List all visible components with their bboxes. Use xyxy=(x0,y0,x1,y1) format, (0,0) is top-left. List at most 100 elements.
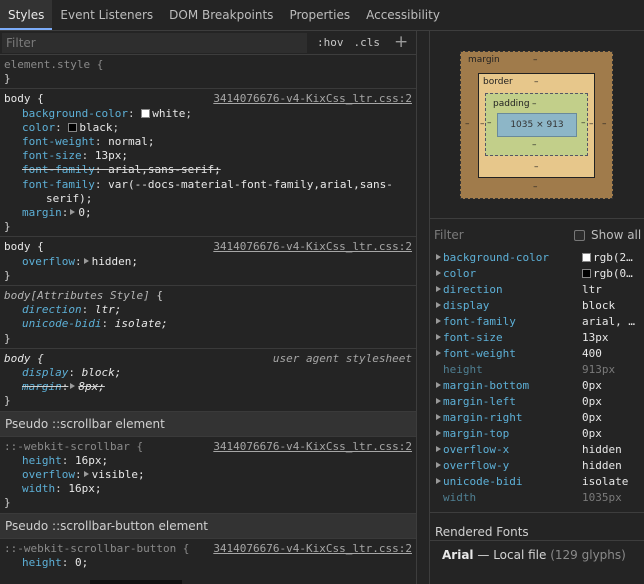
border-bottom-value[interactable]: – xyxy=(534,162,539,172)
rule-selector[interactable]: ::-webkit-scrollbar { xyxy=(4,440,143,454)
rule-body-overflow: body { 3414076676-v4-KixCss_ltr.css:2 ov… xyxy=(0,237,416,287)
computed-row-color[interactable]: color rgb(0… xyxy=(430,265,644,281)
computed-row-direction[interactable]: direction ltr xyxy=(430,281,644,297)
rendered-fonts-section: Rendered Fonts Arial — Local file (129 g… xyxy=(430,512,644,562)
margin-top-value[interactable]: – xyxy=(533,55,538,65)
computed-row-overflow-x[interactable]: overflow-x hidden xyxy=(430,441,644,457)
declaration[interactable]: background-color: white; xyxy=(4,107,412,121)
expand-triangle-icon[interactable] xyxy=(430,395,443,408)
tab-properties[interactable]: Properties xyxy=(281,0,358,30)
border-left-value[interactable]: – xyxy=(480,119,485,129)
computed-row-height[interactable]: height 913px xyxy=(430,361,644,377)
expand-triangle-icon[interactable] xyxy=(430,315,443,328)
expand-triangle-icon[interactable] xyxy=(430,443,443,456)
color-swatch[interactable] xyxy=(582,252,591,262)
expand-triangle-icon[interactable] xyxy=(430,427,443,440)
color-swatch[interactable] xyxy=(582,268,591,278)
tab-dom-breakpoints[interactable]: DOM Breakpoints xyxy=(161,0,281,30)
stylesheet-link[interactable]: 3414076676-v4-KixCss_ltr.css:2 xyxy=(213,542,412,556)
checkbox-icon[interactable] xyxy=(574,229,585,241)
color-swatch-black[interactable] xyxy=(68,122,78,132)
stylesheet-link[interactable]: 3414076676-v4-KixCss_ltr.css:2 xyxy=(213,440,412,454)
computed-row-margin-top[interactable]: margin-top 0px xyxy=(430,425,644,441)
color-swatch-white[interactable] xyxy=(141,108,151,118)
computed-row-unicode-bidi[interactable]: unicode-bidi isolate xyxy=(430,473,644,489)
rule-selector[interactable]: body[Attributes Style] xyxy=(4,289,150,302)
stylesheet-link[interactable]: 3414076676-v4-KixCss_ltr.css:2 xyxy=(213,240,412,254)
expand-triangle-icon[interactable] xyxy=(430,475,443,488)
box-model-border[interactable]: border – – – – padding – – – – 1035 × 91… xyxy=(478,73,595,178)
declaration[interactable]: height: 16px; xyxy=(4,454,412,468)
computed-row-display[interactable]: display block xyxy=(430,297,644,313)
computed-row-font-size[interactable]: font-size 13px xyxy=(430,329,644,345)
box-model-padding[interactable]: padding – – – – 1035 × 913 xyxy=(485,93,588,156)
overridden-declaration[interactable]: font-family: arial,sans-serif; xyxy=(4,163,412,177)
rule-selector[interactable]: body { xyxy=(4,92,44,106)
expand-triangle-icon[interactable] xyxy=(83,471,89,478)
styles-filter-input[interactable] xyxy=(2,32,307,53)
computed-row-font-family[interactable]: font-family arial, … xyxy=(430,313,644,329)
box-model-content-size[interactable]: 1035 × 913 xyxy=(497,113,577,137)
horizontal-scrollbar[interactable] xyxy=(90,580,182,584)
rule-selector[interactable]: body { xyxy=(4,240,44,254)
computed-property-name: overflow-x xyxy=(443,442,510,456)
computed-row-overflow-y[interactable]: overflow-y hidden xyxy=(430,457,644,473)
declaration[interactable]: margin: 0; xyxy=(4,206,412,220)
computed-row-background-color[interactable]: background-color rgb(2… xyxy=(430,249,644,265)
expand-triangle-icon[interactable] xyxy=(430,267,443,280)
computed-property-name: overflow-y xyxy=(443,458,510,472)
panel-tab-bar: Styles Event Listeners DOM Breakpoints P… xyxy=(0,0,644,31)
expand-triangle-icon[interactable] xyxy=(430,283,443,296)
hover-state-toggle[interactable]: :hov xyxy=(317,36,344,49)
expand-triangle-icon[interactable] xyxy=(430,299,443,312)
border-top-value[interactable]: – xyxy=(534,77,539,87)
margin-right-value[interactable]: – xyxy=(602,119,607,129)
computed-row-margin-left[interactable]: margin-left 0px xyxy=(430,393,644,409)
expand-triangle-icon[interactable] xyxy=(83,257,89,264)
rule-selector[interactable]: ::-webkit-scrollbar-button { xyxy=(4,542,189,556)
margin-left-value[interactable]: – xyxy=(465,119,470,129)
declaration[interactable]: height: 0; xyxy=(4,556,412,570)
computed-property-name: margin-left xyxy=(443,394,516,408)
computed-row-margin-right[interactable]: margin-right 0px xyxy=(430,409,644,425)
computed-filter-input[interactable] xyxy=(430,228,560,242)
expand-triangle-icon[interactable] xyxy=(70,383,76,390)
margin-bottom-value[interactable]: – xyxy=(533,182,538,192)
padding-top-value[interactable]: – xyxy=(532,99,537,109)
expand-triangle-icon[interactable] xyxy=(430,411,443,424)
declaration[interactable]: overflow: visible; xyxy=(4,468,412,482)
expand-triangle-icon[interactable] xyxy=(430,347,443,360)
expand-triangle-icon[interactable] xyxy=(430,459,443,472)
padding-left-value[interactable]: – xyxy=(487,118,492,128)
declaration[interactable]: overflow: hidden; xyxy=(4,255,412,269)
new-style-rule-plus-icon[interactable]: + xyxy=(394,34,408,51)
declaration[interactable]: font-size: 13px; xyxy=(4,149,412,163)
show-all-checkbox[interactable]: Show all xyxy=(574,228,641,242)
rule-selector[interactable]: body { xyxy=(4,352,44,366)
tab-event-listeners[interactable]: Event Listeners xyxy=(52,0,161,30)
expand-triangle-icon[interactable] xyxy=(430,379,443,392)
declaration: display: block; xyxy=(22,366,122,380)
declaration[interactable]: width: 16px; xyxy=(4,482,412,496)
declaration[interactable]: font-weight: normal; xyxy=(4,135,412,149)
tab-styles[interactable]: Styles xyxy=(0,0,53,30)
expand-triangle-icon[interactable] xyxy=(70,209,76,216)
expand-triangle-icon[interactable] xyxy=(430,331,443,344)
box-model-margin[interactable]: margin – – – – border – – – – padding – … xyxy=(460,51,613,199)
declaration[interactable]: font-family: var(--docs-material-font-fa… xyxy=(4,178,412,206)
computed-property-name: direction xyxy=(443,282,503,296)
expand-triangle-icon[interactable] xyxy=(430,251,443,264)
rule-selector[interactable]: element.style { xyxy=(4,58,103,72)
computed-row-margin-bottom[interactable]: margin-bottom 0px xyxy=(430,377,644,393)
computed-row-width[interactable]: width 1035px xyxy=(430,489,644,505)
computed-property-name: font-weight xyxy=(443,346,516,360)
padding-right-value[interactable]: – xyxy=(581,118,586,128)
declaration[interactable]: color: black; xyxy=(4,121,412,135)
pane-splitter[interactable] xyxy=(416,31,430,584)
computed-row-font-weight[interactable]: font-weight 400 xyxy=(430,345,644,361)
tab-accessibility[interactable]: Accessibility xyxy=(358,0,448,30)
class-toggle[interactable]: .cls xyxy=(354,36,381,49)
stylesheet-link[interactable]: 3414076676-v4-KixCss_ltr.css:2 xyxy=(213,92,412,106)
padding-bottom-value[interactable]: – xyxy=(532,140,537,150)
border-right-value[interactable]: – xyxy=(589,119,594,129)
